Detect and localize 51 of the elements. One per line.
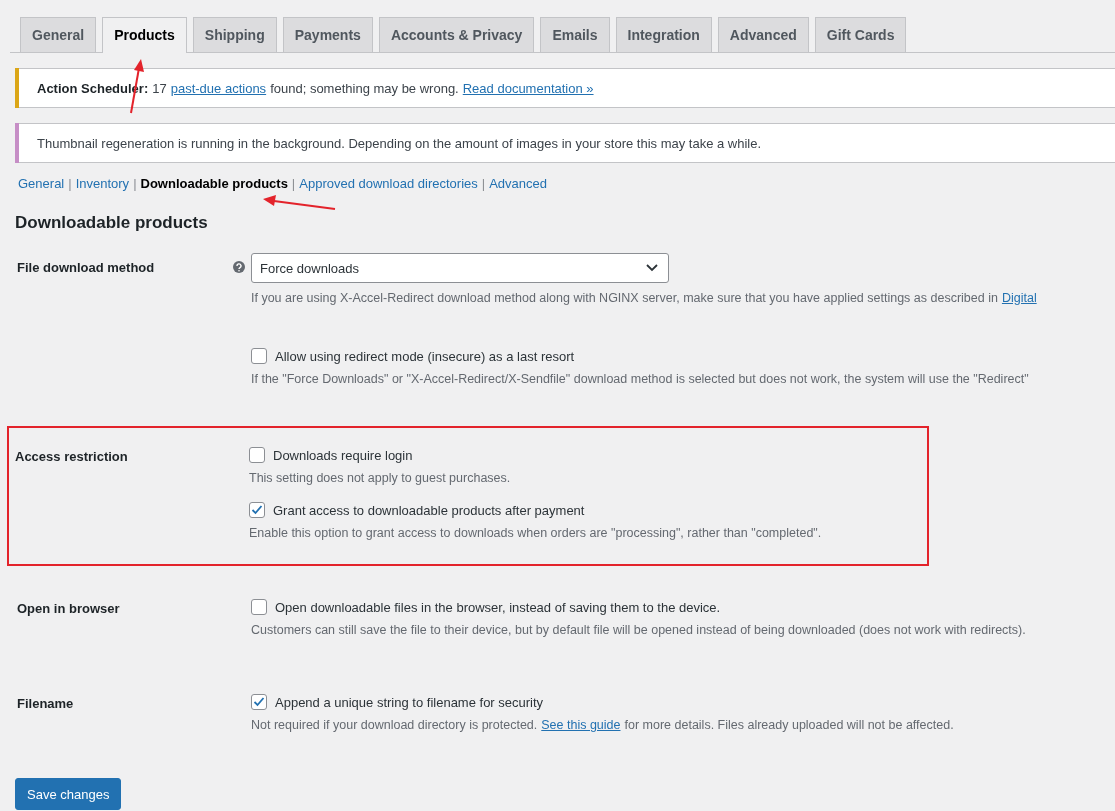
setting-label: Access restriction (15, 448, 129, 466)
subnav-link[interactable]: General (18, 176, 65, 191)
separator: | (133, 176, 137, 191)
settings-tab[interactable]: Emails (540, 17, 610, 52)
save-button[interactable]: Save changes (15, 778, 122, 810)
settings-tab[interactable]: Accounts & Privacy (378, 17, 535, 52)
notice-text: found; something may be wrong. (270, 80, 459, 96)
checkbox[interactable] (251, 348, 267, 364)
separator: | (291, 176, 296, 191)
settings-tab[interactable]: Integration (615, 17, 712, 52)
help-icon[interactable] (233, 261, 245, 273)
setting-label: Open in browser (17, 600, 121, 618)
subnav-link[interactable]: Inventory (75, 176, 130, 191)
checkbox-label: Append a unique string to filename for security (275, 694, 544, 710)
subnav-link[interactable]: Approved download directories (299, 176, 478, 191)
notice-text: 17 (152, 80, 167, 96)
setting-label: File download method (17, 259, 156, 277)
setting-description: This setting does not apply to guest purchases. (249, 471, 511, 485)
subnav-link[interactable]: Advanced (489, 176, 547, 191)
subnav-link[interactable]: Downloadable products (140, 176, 288, 191)
settings-tab[interactable]: Payments (282, 17, 373, 52)
chevron-down-icon (646, 264, 658, 272)
notice-text: Thumbnail regeneration is running in the background. Depending on the amount of images in your store this may take a while. (37, 135, 762, 151)
dropdown-select[interactable]: Force downloads (251, 253, 669, 283)
link[interactable]: See this guide (541, 718, 621, 732)
setting-description: If you are using X-Accel-Redirect download method along with NGINX server, make sure that you have applied settings as described in (251, 291, 998, 305)
settings-tab[interactable]: Gift Cards (814, 17, 907, 52)
settings-tab[interactable]: General (20, 17, 97, 52)
checkbox-label: Allow using redirect mode (insecure) as a last resort (275, 348, 575, 364)
setting-description: for more details. Files already uploaded will not be affected. (624, 718, 954, 732)
checkbox[interactable] (249, 447, 265, 463)
checkbox[interactable] (249, 502, 265, 518)
section-heading: Downloadable products (15, 213, 209, 233)
settings-tab[interactable]: Products (102, 17, 187, 53)
separator: | (68, 176, 72, 191)
checkbox-label: Downloads require login (273, 447, 413, 463)
checkbox-label: Grant access to downloadable products after payment (273, 502, 585, 518)
checkbox-label: Open downloadable files in the browser, instead of saving them to the device. (275, 599, 721, 615)
setting-description: Not required if your download directory is protected. (251, 718, 538, 732)
checkbox[interactable] (251, 694, 267, 710)
setting-description: Enable this option to grant access to downloads when orders are "processing", rather than "completed". (249, 526, 822, 540)
setting-description: If the "Force Downloads" or "X-Accel-Redirect/X-Sendfile" download method is selected but does not work, the system will use the "Redirect" (251, 372, 1029, 386)
link[interactable]: Read documentation » (462, 80, 594, 96)
settings-tab[interactable]: Shipping (192, 17, 277, 52)
settings-tab[interactable]: Advanced (717, 17, 809, 52)
separator: | (481, 176, 486, 191)
setting-description: Customers can still save the file to their device, but by default file will be opened instead of being downloaded (does not work with redirects). (251, 623, 1026, 637)
link[interactable]: Digital (1001, 291, 1037, 305)
setting-label: Filename (17, 695, 75, 713)
checkbox[interactable] (251, 599, 267, 615)
link[interactable]: past-due actions (170, 80, 267, 96)
